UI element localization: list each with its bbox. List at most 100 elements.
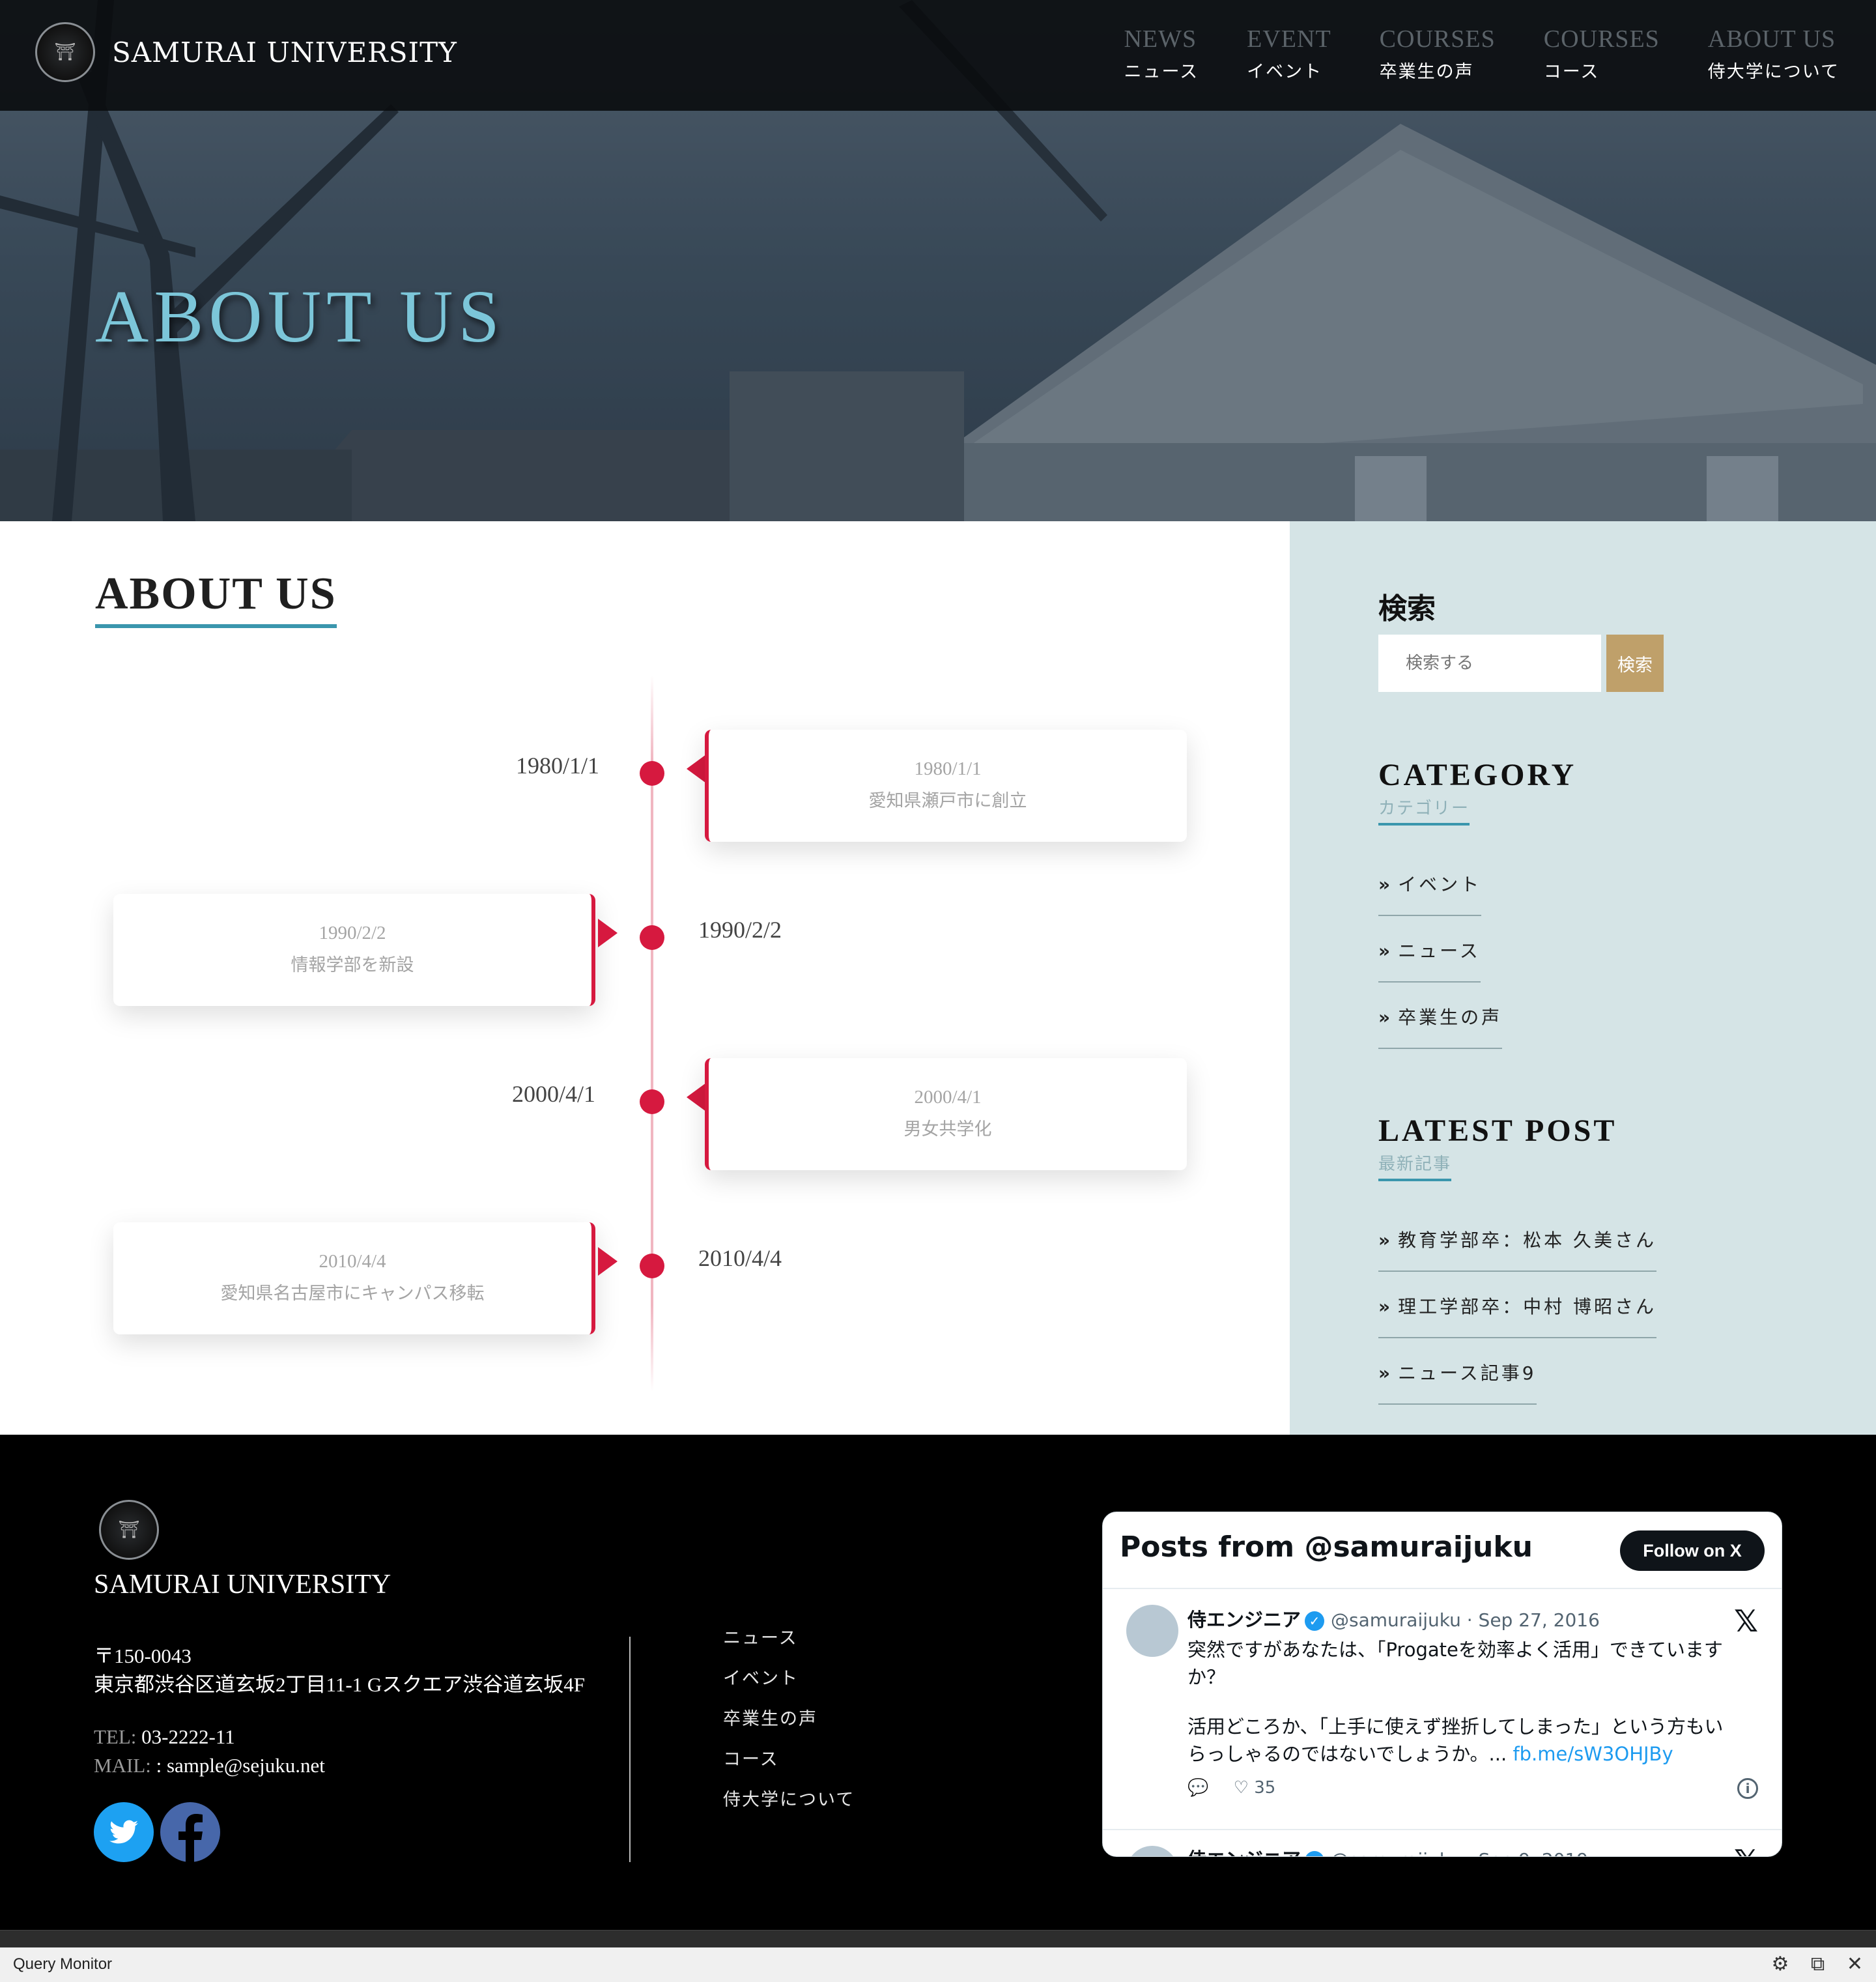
hero-banner: ⛩ SAMURAI UNIVERSITY NEWS ニュース EVENT イベン… (0, 0, 1876, 521)
twitter-timeline-embed[interactable]: Posts from @samuraijuku Follow on X 侍エンジ… (1102, 1512, 1782, 1857)
tweet-body: 突然ですがあなたは、「Progateを効率よく活用」できています か？ 活用どこ… (1187, 1636, 1761, 1768)
nav-label-jp: コース (1543, 62, 1600, 82)
close-icon[interactable]: ✕ (1847, 1953, 1863, 1975)
facebook-icon (178, 1814, 203, 1862)
nav-item-courses[interactable]: COURSES コース (1544, 25, 1660, 83)
top-navigation-bar: ⛩ SAMURAI UNIVERSITY NEWS ニュース EVENT イベン… (0, 0, 1876, 111)
nav-label-en: EVENT (1247, 25, 1331, 53)
twitter-embed-title: Posts from @samuraijuku (1120, 1530, 1533, 1564)
x-logo-icon[interactable]: 𝕏 (1734, 1603, 1758, 1639)
category-link[interactable]: » イベント (1378, 870, 1482, 916)
timeline-card: 2010/4/4 愛知県名古屋市にキャンパス移転 (113, 1222, 595, 1334)
chevron-right-icon: » (1378, 1229, 1393, 1251)
chevron-right-icon: » (1378, 1007, 1393, 1028)
tweet-handle-date: @samuraijuku · Sep 9, 2019 (1331, 1849, 1588, 1856)
timeline-pointer (687, 1083, 706, 1112)
x-logo-icon[interactable]: 𝕏 (1734, 1843, 1758, 1856)
nav-label-en: COURSES (1543, 25, 1660, 53)
footer-address: 東京都渋谷区道玄坂2丁目11-1 Gスクエア渋谷道玄坂4F (94, 1673, 586, 1696)
latest-post-label: 教育学部卒：松本 久美さん (1398, 1229, 1656, 1251)
twitter-bird-icon (109, 1820, 138, 1844)
timeline-date: 1980/1/1 (516, 753, 600, 779)
main-content: ABOUT US 1980/1/1 1980/1/1 愛知県瀬戸市に創立 199… (0, 521, 1290, 1435)
nav-item-news[interactable]: NEWS ニュース (1124, 25, 1199, 83)
nav-label-en: ABOUT US (1707, 25, 1836, 53)
category-subtitle: カテゴリー (1378, 795, 1470, 826)
twitter-embed-header: Posts from @samuraijuku Follow on X (1103, 1512, 1782, 1589)
site-brand-name[interactable]: SAMURAI UNIVERSITY (112, 36, 457, 68)
footer-tel: TEL: 03-2222-11 (94, 1725, 235, 1749)
timeline-date: 1990/2/2 (698, 917, 782, 943)
chevron-right-icon: » (1378, 1362, 1393, 1384)
footer-link-event[interactable]: イベント (723, 1664, 799, 1689)
category-link-label: イベント (1398, 874, 1482, 895)
tweet-author-name: 侍エンジニア (1187, 1848, 1301, 1856)
footer-link-news[interactable]: ニュース (723, 1624, 798, 1649)
avatar[interactable] (1126, 1605, 1178, 1657)
latest-post-label: ニュース記事9 (1398, 1362, 1537, 1384)
category-link[interactable]: » 卒業生の声 (1378, 1003, 1503, 1049)
latest-post-link[interactable]: » 教育学部卒：松本 久美さん (1378, 1226, 1656, 1272)
timeline-card: 1980/1/1 愛知県瀬戸市に創立 (705, 730, 1187, 842)
tweet-text-line: らっしゃるのではないでしょうか。... (1187, 1743, 1507, 1765)
gear-icon[interactable]: ⚙ (1771, 1953, 1789, 1975)
info-icon[interactable]: i (1737, 1778, 1758, 1799)
nav-label-jp: 侍大学について (1707, 62, 1840, 82)
tweet[interactable]: 侍エンジニア ✓ @samuraijuku · Sep 27, 2016 𝕏 突然で… (1103, 1589, 1782, 1830)
site-footer: ⛩ SAMURAI UNIVERSITY 〒150-0043 東京都渋谷区道玄坂… (0, 1435, 1876, 1930)
search-input[interactable] (1378, 635, 1601, 692)
timeline-dot (640, 925, 664, 950)
latest-post-link[interactable]: » ニュース記事9 (1378, 1359, 1537, 1405)
tweet-text-line: 突然ですがあなたは、「Progateを効率よく活用」できています (1187, 1639, 1723, 1661)
timeline-pointer (598, 919, 618, 947)
nav-item-event[interactable]: EVENT イベント (1247, 25, 1331, 83)
latest-post-link[interactable]: » 理工学部卒：中村 博昭さん (1378, 1293, 1656, 1338)
follow-on-x-button[interactable]: Follow on X (1620, 1530, 1765, 1571)
search-button[interactable]: 検索 (1606, 635, 1664, 692)
popout-icon[interactable]: ⧉ (1811, 1953, 1825, 1975)
footer-brand-name: SAMURAI UNIVERSITY (94, 1570, 391, 1600)
category-link[interactable]: » ニュース (1378, 937, 1481, 983)
query-monitor-controls: ⚙ ⧉ ✕ (1755, 1953, 1863, 1975)
reply-icon[interactable]: 💬 (1187, 1778, 1208, 1798)
timeline-pointer (598, 1247, 618, 1276)
tweet[interactable]: 侍エンジニア ✓ @samuraijuku · Sep 9, 2019 𝕏 (1103, 1830, 1782, 1856)
tweet-text-line: か？ (1187, 1666, 1226, 1688)
nav-label-en: NEWS (1124, 25, 1197, 53)
tweet-handle-date: @samuraijuku · Sep 27, 2016 (1331, 1609, 1600, 1631)
timeline-date: 2010/4/4 (698, 1245, 782, 1271)
nav-item-about[interactable]: ABOUT US 侍大学について (1708, 25, 1840, 83)
timeline-card-text: 情報学部を新設 (291, 955, 414, 975)
timeline-card-text: 男女共学化 (903, 1119, 992, 1140)
tweet-link[interactable]: fb.me/sW3OHJBy (1513, 1743, 1673, 1765)
query-monitor-panel: Query Monitor ⚙ ⧉ ✕ (0, 1930, 1876, 1982)
timeline-card-text: 愛知県名古屋市にキャンパス移転 (220, 1284, 485, 1304)
sidebar: 検索 検索 CATEGORY カテゴリー »イベント »ニュース »卒業生の声 … (1290, 521, 1876, 1435)
university-emblem-icon: ⛩ (99, 1500, 159, 1560)
query-monitor-toolbar[interactable]: Query Monitor ⚙ ⧉ ✕ (0, 1947, 1876, 1982)
footer-link-courses[interactable]: コース (723, 1745, 779, 1770)
category-link-label: 卒業生の声 (1398, 1007, 1503, 1028)
footer-postal-code: 〒150-0043 (94, 1644, 192, 1667)
timeline-card: 2000/4/1 男女共学化 (705, 1058, 1187, 1170)
main-nav: NEWS ニュース EVENT イベント COURSES 卒業生の声 COURS… (1075, 25, 1840, 83)
site-logo[interactable]: ⛩ SAMURAI UNIVERSITY (35, 22, 457, 82)
footer-link-voices[interactable]: 卒業生の声 (723, 1704, 817, 1730)
nav-label-jp: ニュース (1124, 62, 1199, 82)
twitter-button[interactable] (94, 1802, 154, 1862)
university-emblem-icon: ⛩ (35, 22, 95, 82)
facebook-button[interactable] (160, 1802, 220, 1862)
like-icon[interactable]: ♡ (1234, 1778, 1249, 1798)
timeline-card-text: 愛知県瀬戸市に創立 (868, 791, 1027, 811)
footer-link-about[interactable]: 侍大学について (723, 1785, 855, 1811)
avatar[interactable] (1126, 1846, 1178, 1856)
chevron-right-icon: » (1378, 874, 1393, 895)
timeline-card-date: 1990/2/2 (319, 923, 386, 943)
tweet-author[interactable]: 侍エンジニア ✓ @samuraijuku · Sep 27, 2016 (1187, 1605, 1600, 1632)
hero-title: ABOUT US (95, 275, 505, 358)
nav-label-jp: 卒業生の声 (1379, 62, 1474, 82)
verified-badge-icon: ✓ (1305, 1851, 1325, 1856)
nav-item-voices[interactable]: COURSES 卒業生の声 (1380, 25, 1496, 83)
footer-divider (629, 1637, 631, 1862)
tweet-author[interactable]: 侍エンジニア ✓ @samuraijuku · Sep 9, 2019 (1187, 1845, 1588, 1856)
